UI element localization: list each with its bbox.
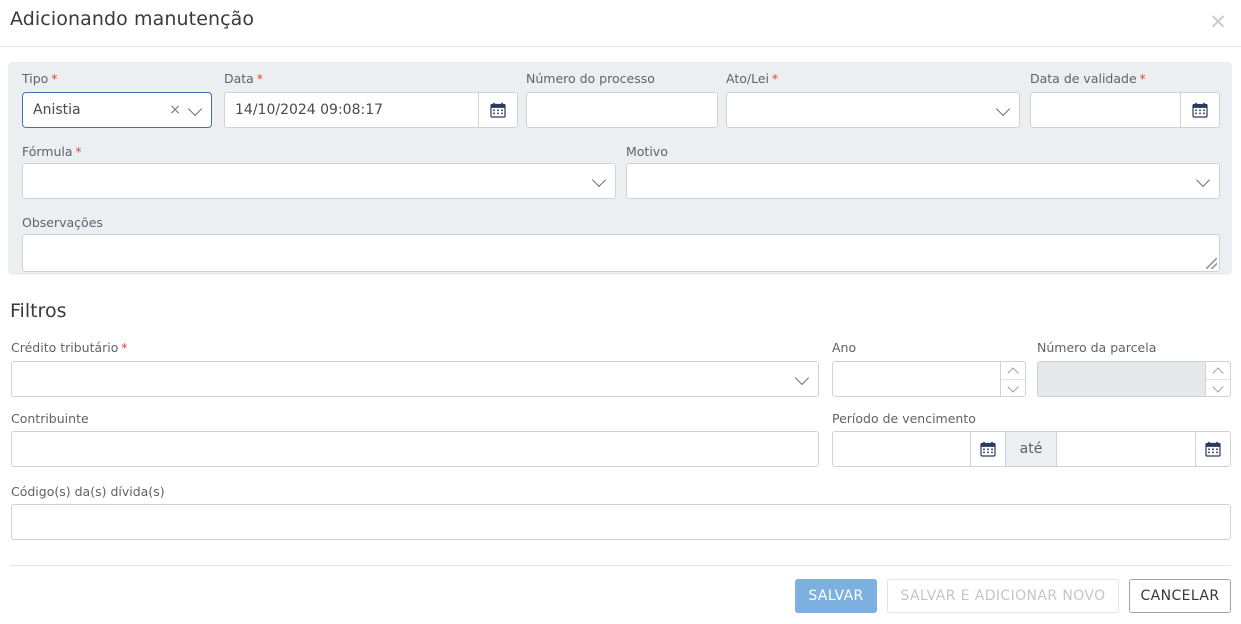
close-icon[interactable]: ✕ <box>1205 9 1231 35</box>
numero-parcela-stepper <box>1037 361 1231 397</box>
motivo-label: Motivo <box>626 144 668 159</box>
credito-tributario-select[interactable] <box>11 361 819 397</box>
chevron-down-icon <box>1206 379 1230 396</box>
data-field[interactable]: 14/10/2024 09:08:17 <box>224 92 518 128</box>
chevron-up-icon <box>1206 362 1230 380</box>
ato-lei-label: Ato/Lei * <box>726 71 778 86</box>
numero-processo-input[interactable] <box>526 92 718 128</box>
chevron-down-icon[interactable] <box>794 370 810 386</box>
ato-lei-select[interactable] <box>726 92 1020 128</box>
chevron-down-icon[interactable] <box>1001 379 1025 396</box>
data-validade-label: Data de validade * <box>1030 71 1146 86</box>
credito-tributario-label: Crédito tributário * <box>11 340 128 355</box>
motivo-select[interactable] <box>626 163 1220 199</box>
chevron-down-icon[interactable] <box>995 101 1011 117</box>
contribuinte-input[interactable] <box>11 431 819 467</box>
periodo-vencimento-end[interactable] <box>1056 431 1231 467</box>
save-button[interactable]: SALVAR <box>795 579 877 613</box>
filters-section-title: Filtros <box>10 300 67 322</box>
chevron-down-icon[interactable] <box>591 172 607 188</box>
cancel-button[interactable]: CANCELAR <box>1129 579 1231 613</box>
save-and-add-new-button: SALVAR E ADICIONAR NOVO <box>887 579 1119 613</box>
numero-parcela-spinner <box>1205 362 1230 396</box>
data-validade-field[interactable] <box>1030 92 1220 128</box>
contribuinte-label: Contribuinte <box>11 411 89 426</box>
codigos-dividas-input[interactable] <box>11 504 1231 540</box>
numero-parcela-label: Número da parcela <box>1037 340 1157 355</box>
periodo-vencimento-start[interactable] <box>832 431 1006 467</box>
footer-divider <box>10 565 1231 566</box>
periodo-separator: até <box>1006 431 1056 467</box>
formula-label: Fórmula * <box>22 144 82 159</box>
calendar-icon[interactable] <box>970 432 1005 466</box>
observacoes-textarea[interactable] <box>22 234 1220 272</box>
chevron-up-icon[interactable] <box>1001 362 1025 380</box>
ano-stepper[interactable] <box>832 361 1026 397</box>
calendar-icon[interactable] <box>478 93 517 127</box>
tipo-value: Anistia <box>33 102 81 118</box>
chevron-down-icon[interactable] <box>187 101 203 117</box>
calendar-icon[interactable] <box>1195 432 1230 466</box>
tipo-clear-icon[interactable]: × <box>169 93 181 127</box>
data-value: 14/10/2024 09:08:17 <box>235 102 384 118</box>
periodo-vencimento-label: Período de vencimento <box>832 411 976 426</box>
tipo-select[interactable]: Anistia × <box>22 92 212 128</box>
dialog-header: Adicionando manutenção ✕ <box>0 0 1241 47</box>
data-label: Data * <box>224 71 263 86</box>
calendar-icon[interactable] <box>1180 93 1219 127</box>
numero-processo-label: Número do processo <box>526 71 655 86</box>
formula-select[interactable] <box>22 163 616 199</box>
codigos-dividas-label: Código(s) da(s) dívida(s) <box>11 484 165 499</box>
ano-spinner[interactable] <box>1000 362 1025 396</box>
page-title: Adicionando manutenção <box>10 8 255 30</box>
observacoes-label: Observações <box>22 215 103 230</box>
resize-handle[interactable] <box>1206 258 1217 269</box>
ano-label: Ano <box>832 340 857 355</box>
tipo-label: Tipo * <box>22 71 58 86</box>
chevron-down-icon[interactable] <box>1195 172 1211 188</box>
